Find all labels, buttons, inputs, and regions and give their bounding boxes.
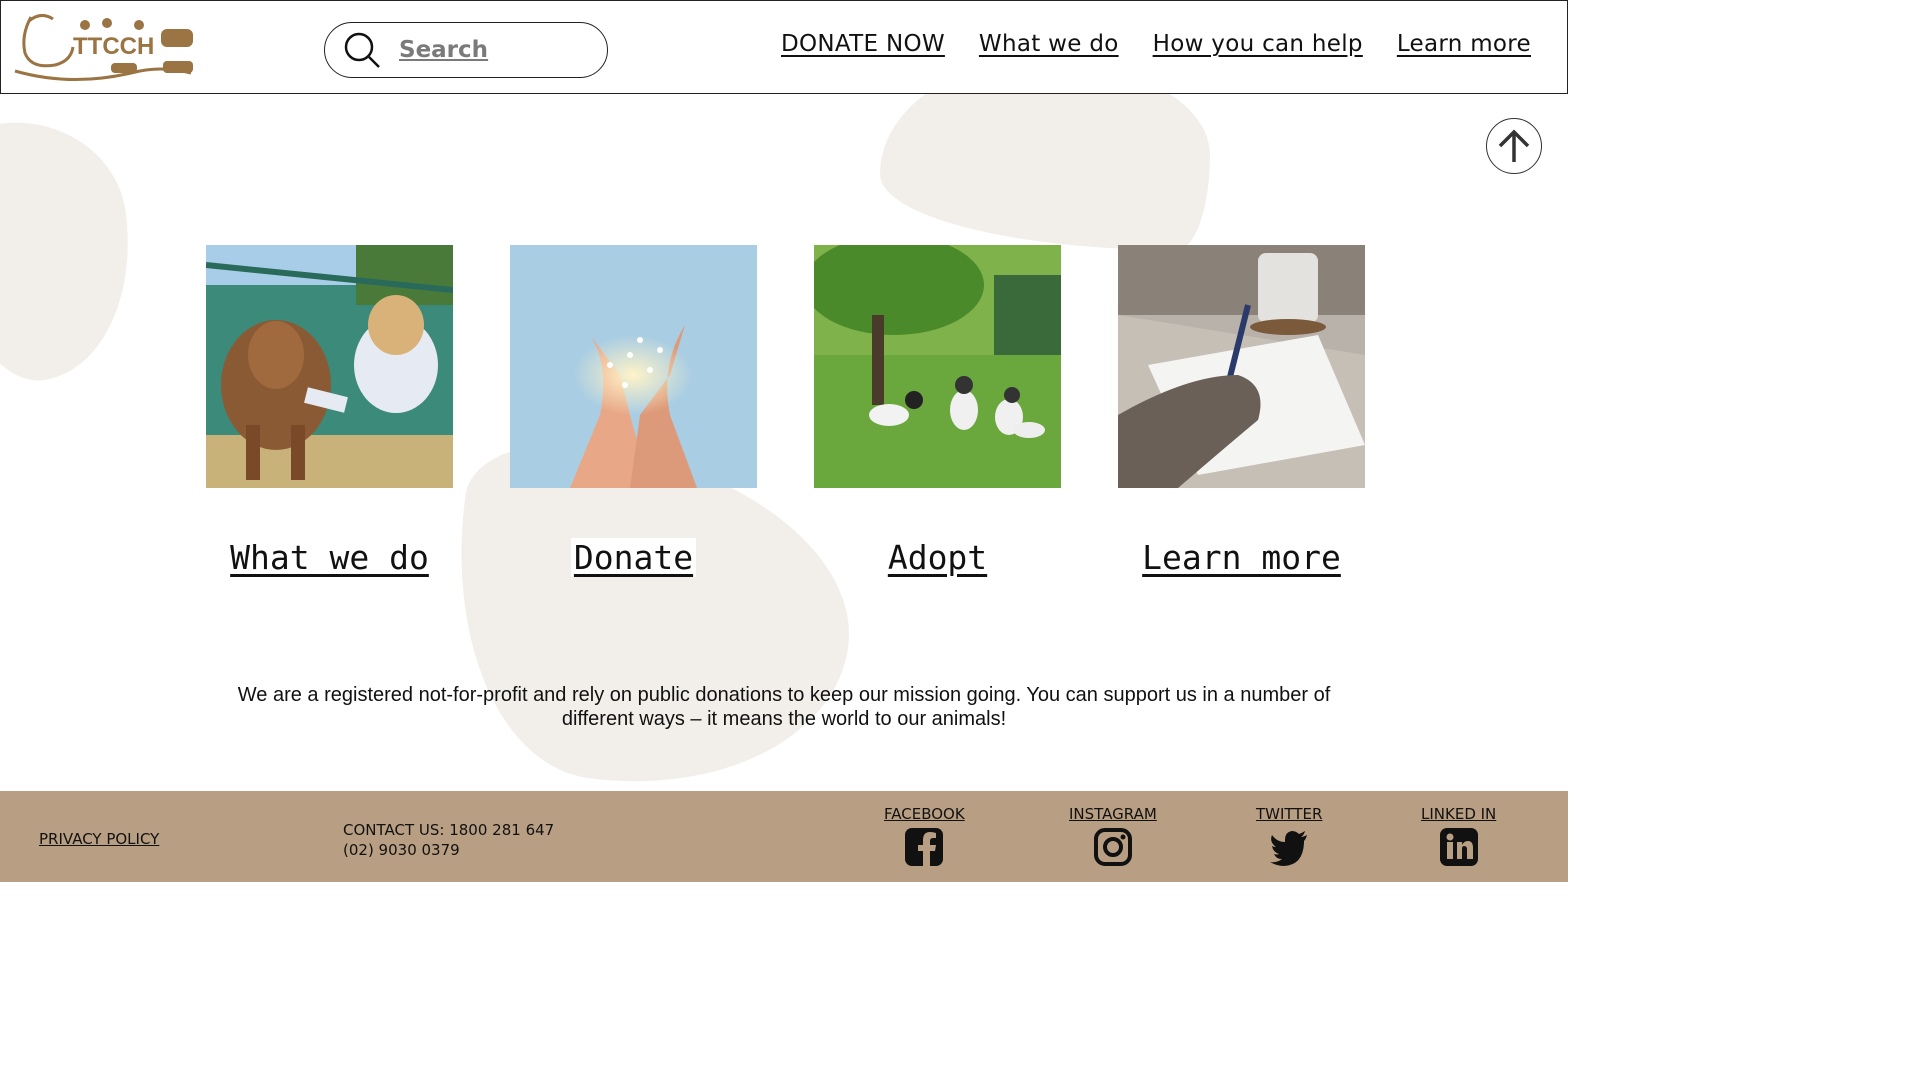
contact-line: (02) 9030 0379 <box>343 841 460 859</box>
main-nav: DONATE NOW What we do How you can help L… <box>781 31 1531 57</box>
card-link-what-we-do[interactable]: What we do <box>227 538 432 577</box>
twitter-link[interactable]: TWITTER <box>1256 805 1322 823</box>
linkedin-icon[interactable] <box>1439 827 1479 867</box>
card-donate: Donate <box>510 245 757 577</box>
logo-text: TTCCH <box>73 33 154 60</box>
instagram-icon[interactable] <box>1093 827 1133 867</box>
contact-line: CONTACT US: 1800 281 647 <box>343 821 555 839</box>
social-instagram: INSTAGRAM <box>1069 805 1157 867</box>
search-icon[interactable] <box>343 31 381 69</box>
facebook-icon[interactable] <box>904 827 944 867</box>
search-input[interactable] <box>399 37 579 63</box>
site-logo[interactable]: TTCCH <box>11 7 201 87</box>
instagram-link[interactable]: INSTAGRAM <box>1069 805 1157 823</box>
decorative-blob <box>0 108 148 392</box>
site-footer: PRIVACY POLICY CONTACT US: 1800 281 647 … <box>0 791 1568 882</box>
goats-in-field-photo[interactable] <box>814 245 1061 488</box>
nav-how-you-can-help[interactable]: How you can help <box>1153 31 1363 57</box>
calf-and-woman-photo[interactable] <box>206 245 453 488</box>
social-twitter: TWITTER <box>1256 805 1322 867</box>
writing-notes-photo[interactable] <box>1118 245 1365 488</box>
nav-learn-more[interactable]: Learn more <box>1397 31 1531 57</box>
privacy-policy-link[interactable]: PRIVACY POLICY <box>39 830 159 848</box>
card-link-adopt[interactable]: Adopt <box>884 538 991 577</box>
site-header: TTCCH DONATE NOW What we do How you can … <box>0 0 1568 94</box>
social-facebook: FACEBOOK <box>884 805 965 867</box>
social-linkedin: LINKED IN <box>1421 805 1496 867</box>
nav-what-we-do[interactable]: What we do <box>979 31 1119 57</box>
nav-donate-now[interactable]: DONATE NOW <box>781 31 945 57</box>
search-box <box>324 22 608 78</box>
back-to-top-button[interactable] <box>1486 118 1542 174</box>
card-what-we-do: What we do <box>206 245 453 577</box>
logo-image: TTCCH <box>14 14 193 82</box>
card-adopt: Adopt <box>814 245 1061 577</box>
facebook-link[interactable]: FACEBOOK <box>884 805 965 823</box>
twitter-icon[interactable] <box>1269 827 1309 867</box>
linkedin-link[interactable]: LINKED IN <box>1421 805 1496 823</box>
hands-with-fairy-lights-photo[interactable] <box>510 245 757 488</box>
card-link-donate[interactable]: Donate <box>570 538 697 577</box>
arrow-up-icon <box>1498 129 1530 162</box>
card-learn-more: Learn more <box>1118 245 1365 577</box>
card-link-learn-more[interactable]: Learn more <box>1139 538 1344 577</box>
mission-statement: We are a registered not-for-profit and r… <box>237 684 1331 730</box>
contact-info: CONTACT US: 1800 281 647 (02) 9030 0379 <box>343 820 554 860</box>
card-row: What we do Donate Adopt Learn more <box>206 245 1365 577</box>
